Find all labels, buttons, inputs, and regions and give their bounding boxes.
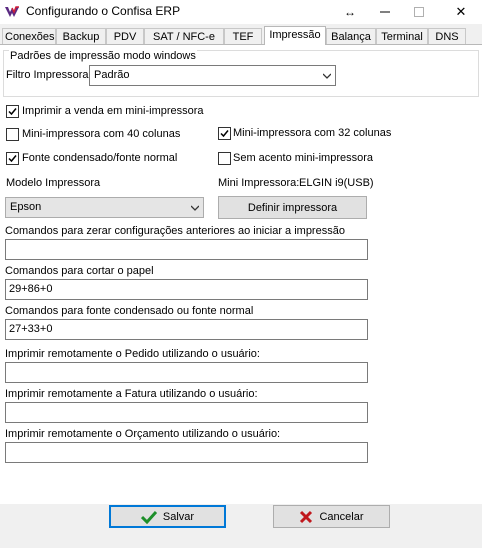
tab-pdv[interactable]: PDV xyxy=(106,28,144,44)
no-accent-label[interactable]: Sem acento mini-impressora xyxy=(233,152,373,164)
maximize-button[interactable] xyxy=(402,0,436,24)
tab-tef[interactable]: TEF xyxy=(224,28,262,44)
chevron-down-icon xyxy=(191,205,199,211)
tab-sat-nfce[interactable]: SAT / NFC-e xyxy=(144,28,224,44)
no-accent-checkbox[interactable] xyxy=(218,152,231,165)
print-on-mini-label[interactable]: Imprimir a venda em mini-impressora xyxy=(22,105,204,117)
condensed-font-checkbox[interactable] xyxy=(6,152,19,165)
printer-model-select[interactable]: Epson xyxy=(5,197,204,218)
remote-order-input[interactable] xyxy=(5,362,368,383)
app-logo-icon xyxy=(5,6,19,17)
chevron-down-icon xyxy=(323,73,331,79)
tab-terminal[interactable]: Terminal xyxy=(376,28,428,44)
cut-commands-label: Comandos para cortar o papel xyxy=(5,265,154,277)
define-printer-button[interactable]: Definir impressora xyxy=(218,196,367,219)
remote-order-label: Imprimir remotamente o Pedido utilizando… xyxy=(5,348,260,360)
tab-conexoes[interactable]: Conexões xyxy=(2,28,56,44)
mini-32-label[interactable]: Mini-impressora com 32 colunas xyxy=(233,127,391,139)
printer-model-value: Epson xyxy=(10,201,42,213)
save-button[interactable]: Salvar xyxy=(109,505,226,528)
mini-40-checkbox[interactable] xyxy=(6,128,19,141)
maximize-icon xyxy=(414,7,424,17)
checkmark-icon xyxy=(220,130,229,138)
font-commands-label: Comandos para fonte condensado ou fonte … xyxy=(5,305,254,317)
checkmark-icon xyxy=(8,155,17,163)
mini-40-label[interactable]: Mini-impressora com 40 colunas xyxy=(22,128,180,140)
printer-filter-select[interactable]: Padrão xyxy=(89,65,336,86)
reset-commands-input[interactable] xyxy=(5,239,368,260)
print-on-mini-checkbox[interactable] xyxy=(6,105,19,118)
cancel-button[interactable]: Cancelar xyxy=(273,505,390,528)
condensed-font-label[interactable]: Fonte condensado/fonte normal xyxy=(22,152,177,164)
font-commands-input[interactable]: 27+33+0 xyxy=(5,319,368,340)
reset-commands-label: Comandos para zerar configurações anteri… xyxy=(5,225,345,237)
save-label: Salvar xyxy=(162,510,195,523)
mini-printer-label: Mini Impressora: xyxy=(218,177,300,189)
mini-printer-value: ELGIN i9(USB) xyxy=(299,177,374,189)
close-button[interactable]: ✕ xyxy=(444,0,478,24)
minimize-button[interactable] xyxy=(368,0,402,24)
tab-balanca[interactable]: Balança xyxy=(326,28,376,44)
title-bar[interactable]: Configurando o Confisa ERP ↔ ✕ xyxy=(0,0,482,24)
remote-quote-input[interactable] xyxy=(5,442,368,463)
mini-32-checkbox[interactable] xyxy=(218,127,231,140)
cancel-label: Cancelar xyxy=(319,510,364,523)
resize-icon[interactable]: ↔ xyxy=(333,0,367,24)
printer-filter-label: Filtro Impressora: xyxy=(6,69,92,81)
checkmark-icon xyxy=(140,510,157,524)
checkmark-icon xyxy=(8,108,17,116)
tab-dns[interactable]: DNS xyxy=(428,28,466,44)
cancel-x-icon xyxy=(300,510,313,523)
cut-commands-input[interactable]: 29+86+0 xyxy=(5,279,368,300)
printer-filter-value: Padrão xyxy=(94,69,130,81)
remote-invoice-input[interactable] xyxy=(5,402,368,423)
remote-quote-label: Imprimir remotamente o Orçamento utiliza… xyxy=(5,428,281,440)
tab-backup[interactable]: Backup xyxy=(56,28,106,44)
window-title: Configurando o Confisa ERP xyxy=(26,4,181,18)
tab-impressao[interactable]: Impressão xyxy=(264,26,326,45)
remote-invoice-label: Imprimir remotamente a Fatura utilizando… xyxy=(5,388,258,400)
group-title: Padrões de impressão modo windows xyxy=(9,50,197,62)
dialog-footer xyxy=(0,504,482,548)
printer-model-label: Modelo Impressora xyxy=(6,177,101,189)
minimize-icon xyxy=(380,11,390,13)
